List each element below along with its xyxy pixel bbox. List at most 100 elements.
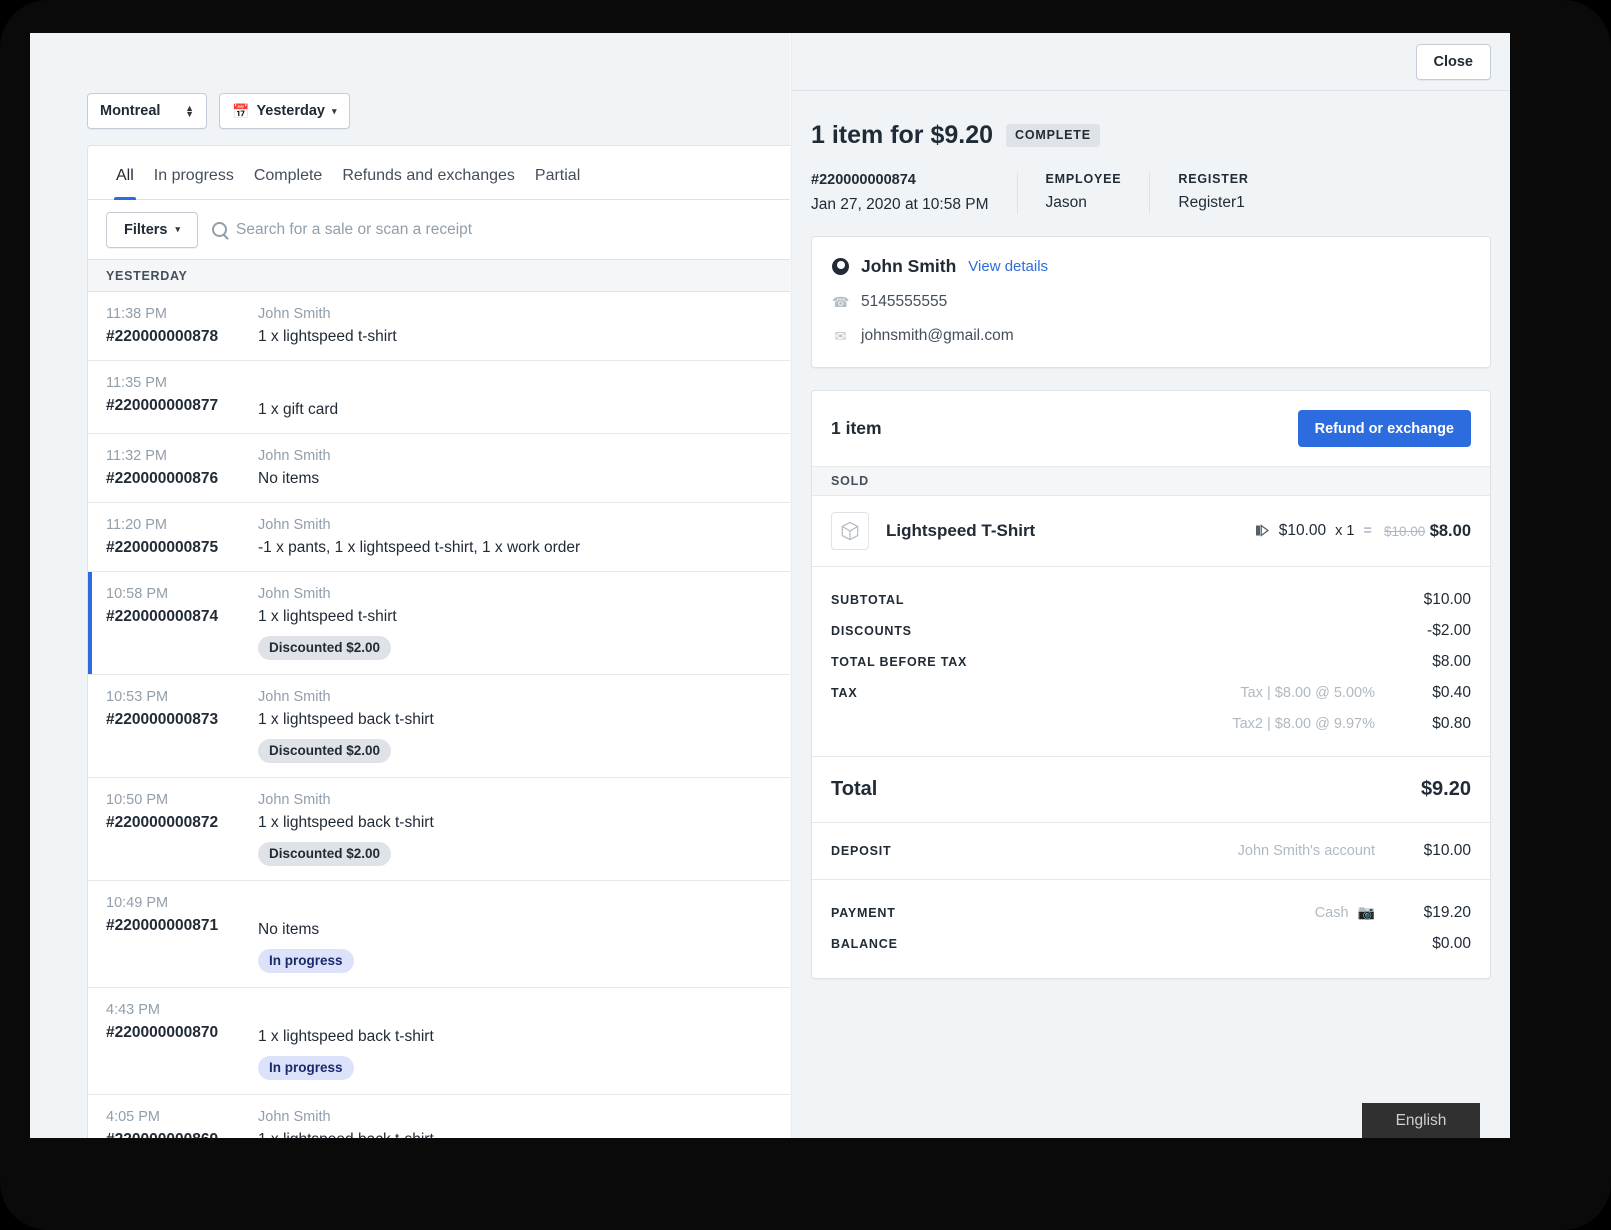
sale-row[interactable]: 11:35 PM #220000000877 1 x gift card xyxy=(88,361,826,434)
sale-row-right: John Smith -1 x pants, 1 x lightspeed t-s… xyxy=(258,517,580,557)
payment-row: BALANCE $0.00 xyxy=(812,928,1490,959)
sale-items: 1 x lightspeed back t-shirt xyxy=(258,814,434,831)
sale-id: #220000000873 xyxy=(106,711,219,728)
items-card: 1 item Refund or exchange SOLD Lightspee… xyxy=(811,390,1491,979)
total-section: Total $9.20 xyxy=(812,756,1490,823)
view-details-link[interactable]: View details xyxy=(968,258,1048,275)
page-title: 1 item for $9.20 xyxy=(811,121,994,149)
totals-detail: Tax | $8.00 @ 5.00% xyxy=(1240,684,1375,701)
sales-list-card: All In progress Complete Refunds and exchan… xyxy=(87,145,827,1138)
meta-sale-id: #220000000874 xyxy=(811,172,916,188)
sale-detail-pane: Close 1 item for $9.20 COMPLETE #2200000… xyxy=(792,33,1510,1138)
payment-section: PAYMENT Cash 📷 $19.20 BALANCE $0.00 xyxy=(812,880,1490,978)
sale-row[interactable]: 10:58 PM #220000000874 John Smith 1 x light… xyxy=(88,572,826,675)
sale-row[interactable]: 10:53 PM #220000000873 John Smith 1 x light… xyxy=(88,675,826,778)
sale-row[interactable]: 11:38 PM #220000000878 John Smith 1 x light… xyxy=(88,292,826,361)
sale-row-right: 1 x lightspeed back t-shirt In progress xyxy=(258,1002,434,1080)
sale-items: 1 x lightspeed back t-shirt xyxy=(258,1131,434,1138)
tab-label: Complete xyxy=(253,167,323,184)
sale-time: 11:20 PM xyxy=(106,517,167,533)
sale-items: 1 x lightspeed t-shirt xyxy=(258,608,397,625)
sale-id: #220000000872 xyxy=(106,814,219,831)
filters-label: Filters xyxy=(123,221,168,238)
refund-or-exchange-button[interactable]: Refund or exchange xyxy=(1297,410,1471,447)
chevron-down-icon: ▾ xyxy=(331,105,337,116)
status-badge: Discounted $2.00 xyxy=(258,842,392,866)
device-bezel: Montreal ▲ ▼ 📅 Yesterday ▾ All In progress… xyxy=(0,0,1611,1230)
location-selector[interactable]: Montreal ▲ ▼ xyxy=(87,93,207,129)
tab-complete[interactable]: Complete xyxy=(244,167,332,199)
sale-row[interactable]: 4:05 PM #220000000869John Smith 1 x lights… xyxy=(88,1095,826,1138)
payment-method: Cash 📷 xyxy=(1315,904,1397,921)
payment-value: $19.20 xyxy=(1423,903,1471,921)
sale-time: 10:58 PM xyxy=(106,586,169,602)
calendar-icon: 📅 xyxy=(232,103,250,119)
discount-tag-icon xyxy=(1255,524,1269,537)
status-badge: In progress xyxy=(258,949,354,973)
tab-partial[interactable]: Partial xyxy=(525,167,590,199)
person-icon xyxy=(832,258,849,275)
cash-register-icon: 📷 xyxy=(1357,904,1375,920)
payment-row: PAYMENT Cash 📷 $19.20 xyxy=(812,897,1490,928)
sale-row[interactable]: 4:43 PM #220000000870 1 x lightspeed back … xyxy=(88,988,826,1095)
close-button[interactable]: Close xyxy=(1415,43,1491,80)
totals-key: DISCOUNTS xyxy=(831,623,912,638)
filters-button[interactable]: Filters ▾ xyxy=(106,211,198,248)
totals-detail: Tax2 | $8.00 @ 9.97% xyxy=(1232,715,1375,732)
phone-icon: ☎ xyxy=(832,293,850,310)
sale-customer: John Smith xyxy=(258,448,331,464)
search-input[interactable] xyxy=(236,220,826,239)
meta-register-value: Register1 xyxy=(1178,194,1245,211)
tab-in-progress[interactable]: In progress xyxy=(144,167,244,199)
sale-row[interactable]: 11:32 PM #220000000876 John Smith No items xyxy=(88,434,826,503)
sale-items: 1 x lightspeed back t-shirt xyxy=(258,711,434,728)
sale-time: 10:49 PM xyxy=(106,895,169,911)
totals-block: SUBTOTAL $10.00 DISCOUNTS -$2.00 TOTAL BEFOR… xyxy=(812,567,1490,756)
sale-row-left: 11:35 PM #220000000877 xyxy=(106,375,258,419)
sale-time: 11:38 PM xyxy=(106,306,167,322)
list-group-header: YESTERDAY xyxy=(88,260,826,292)
deposit-key: DEPOSIT xyxy=(831,844,892,858)
sale-row[interactable]: 10:50 PM #220000000872 John Smith 1 x light… xyxy=(88,778,826,881)
sale-row-right: John Smith 1 x lightspeed back t-shirt Dis… xyxy=(258,792,434,866)
customer-card: John Smith View details ☎ 5145555555 ✉ j… xyxy=(811,236,1491,368)
totals-value: $0.40 xyxy=(1432,683,1471,701)
detail-topbar: Close xyxy=(792,33,1510,91)
sales-rows: 11:38 PM #220000000878 John Smith 1 x light… xyxy=(88,292,826,1138)
line-item-row[interactable]: Lightspeed T-Shirt $10.00 x 1 = $10.00 $… xyxy=(812,496,1490,567)
search-field-wrapper[interactable] xyxy=(198,200,826,259)
language-chip[interactable]: English xyxy=(1362,1103,1480,1138)
customer-phone: 5145555555 xyxy=(861,293,948,310)
meta-sale: #220000000874 Jan 27, 2020 at 10:58 PM xyxy=(811,172,1018,214)
line-item-final-price: $8.00 xyxy=(1429,521,1471,540)
sale-row-right: John Smith No items xyxy=(258,448,331,488)
totals-row: TAX Tax | $8.00 @ 5.00% $0.40 xyxy=(812,677,1490,708)
sale-time: 4:05 PM xyxy=(106,1109,160,1125)
line-item-unit-row: $10.00 x 1 = xyxy=(1255,522,1372,541)
meta-employee-value: Jason xyxy=(1045,194,1087,211)
tab-refunds-and-exchanges[interactable]: Refunds and exchanges xyxy=(332,167,525,199)
customer-name: John Smith xyxy=(861,256,957,276)
line-item-totals: $10.00 $8.00 xyxy=(1384,522,1471,541)
totals-value: $10.00 xyxy=(1423,590,1471,608)
sale-items: No items xyxy=(258,921,320,938)
customer-email-row: ✉ johnsmith@gmail.com xyxy=(832,327,1470,345)
totals-row: DISCOUNTS -$2.00 xyxy=(812,615,1490,646)
sale-row[interactable]: 10:49 PM #220000000871 No items In progress xyxy=(88,881,826,988)
line-item-name: Lightspeed T-Shirt xyxy=(886,521,1036,540)
customer-email: johnsmith@gmail.com xyxy=(861,327,1014,344)
totals-row: Tax2 | $8.00 @ 9.97% $0.80 xyxy=(812,708,1490,739)
date-range-selector[interactable]: 📅 Yesterday ▾ xyxy=(219,93,350,129)
search-row: Filters ▾ xyxy=(88,200,826,260)
sale-id: #220000000878 xyxy=(106,328,219,345)
items-count-label: 1 item xyxy=(831,418,882,438)
line-item-pricing: $10.00 x 1 = $10.00 $8.00 xyxy=(1255,522,1471,541)
sale-row-left: 11:38 PM #220000000878 xyxy=(106,306,258,346)
list-toolbar: Montreal ▲ ▼ 📅 Yesterday ▾ xyxy=(87,93,350,129)
tab-all[interactable]: All xyxy=(106,167,144,200)
sale-row[interactable]: 11:20 PM #220000000875 John Smith -1 x pant… xyxy=(88,503,826,572)
sale-id: #220000000874 xyxy=(106,608,219,625)
box-icon xyxy=(831,512,869,550)
sale-row-left: 10:53 PM #220000000873 xyxy=(106,689,258,763)
sale-time: 10:53 PM xyxy=(106,689,169,705)
